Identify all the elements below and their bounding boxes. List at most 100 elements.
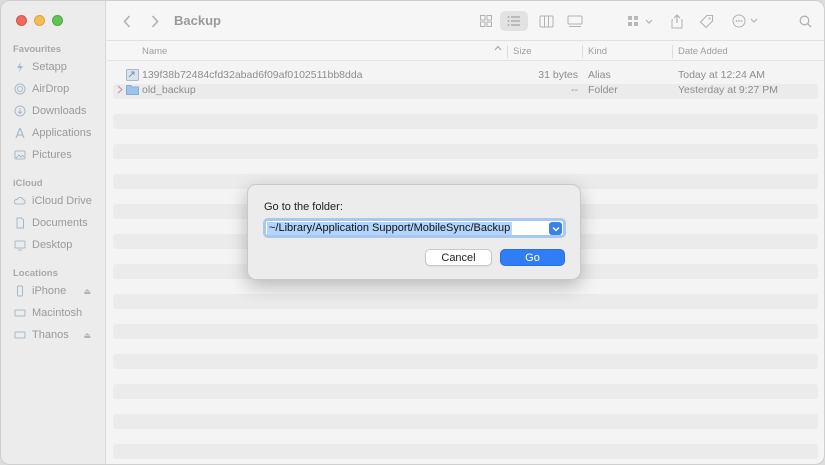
sidebar-item-applications[interactable]: Applications — [13, 124, 101, 142]
action-menu-button[interactable] — [731, 11, 761, 31]
iphone-icon — [13, 285, 26, 298]
cloud-icon — [13, 195, 26, 208]
list-view-button[interactable] — [500, 11, 528, 31]
folder-path-value[interactable]: ~/Library/Application Support/MobileSync… — [267, 222, 513, 235]
table-row[interactable]: 139f38b72484cfd32abad6f09af0102511bb8dda… — [107, 68, 824, 83]
column-divider[interactable] — [672, 45, 673, 58]
window-title: Backup — [174, 13, 221, 28]
sidebar-item-label: Pictures — [32, 149, 72, 161]
sidebar-item-label: Downloads — [32, 105, 87, 117]
tag-button[interactable] — [697, 11, 715, 31]
tag-icon — [699, 14, 713, 28]
disk-icon — [13, 307, 26, 320]
go-to-folder-dialog: Go to the folder: ~/Library/Application … — [247, 184, 581, 280]
chevron-left-icon — [123, 14, 131, 28]
dialog-label: Go to the folder: — [264, 201, 343, 213]
path-history-dropdown[interactable] — [549, 222, 562, 235]
sidebar-item-documents[interactable]: Documents — [13, 214, 101, 232]
document-icon — [13, 217, 26, 230]
sidebar-section-locations: Locations — [13, 268, 58, 279]
window-controls — [16, 15, 63, 26]
file-size: -- — [571, 84, 578, 96]
columns-icon — [539, 15, 553, 27]
go-button[interactable]: Go — [500, 249, 565, 266]
column-view-button[interactable] — [535, 11, 557, 31]
sidebar-item-icloud-drive[interactable]: iCloud Drive — [13, 192, 101, 210]
sidebar-item-iphone[interactable]: iPhone ⏏ — [13, 282, 101, 300]
list-icon — [507, 16, 520, 26]
sidebar-item-desktop[interactable]: Desktop — [13, 236, 101, 254]
sidebar-item-label: Desktop — [32, 239, 73, 251]
table-row[interactable]: old_backup -- Folder Yesterday at 9:27 P… — [107, 83, 824, 98]
applications-icon — [13, 127, 26, 140]
setapp-icon — [13, 61, 26, 74]
column-divider[interactable] — [507, 45, 508, 58]
minimize-window-button[interactable] — [34, 15, 45, 26]
column-header-size[interactable]: Size — [513, 46, 531, 57]
zoom-window-button[interactable] — [52, 15, 63, 26]
column-divider[interactable] — [582, 45, 583, 58]
sidebar-item-airdrop[interactable]: AirDrop — [13, 80, 101, 98]
file-name: 139f38b72484cfd32abad6f09af0102511bb8dda — [142, 69, 363, 81]
sidebar: Favourites Setapp AirDrop Downloads Appl… — [1, 1, 106, 464]
sidebar-item-label: Setapp — [32, 61, 67, 73]
alias-file-icon — [126, 69, 139, 84]
sidebar-item-setapp[interactable]: Setapp — [13, 58, 101, 76]
folder-path-input[interactable]: ~/Library/Application Support/MobileSync… — [263, 218, 566, 238]
share-button[interactable] — [669, 11, 685, 31]
disclosure-chevron-icon[interactable] — [117, 85, 123, 97]
sidebar-section-favourites: Favourites — [13, 44, 62, 55]
sidebar-item-label: Documents — [32, 217, 88, 229]
close-window-button[interactable] — [16, 15, 27, 26]
group-button[interactable] — [625, 11, 657, 31]
share-icon — [671, 13, 683, 28]
sidebar-item-label: Thanos — [32, 329, 69, 341]
toolbar: Backup — [107, 1, 824, 41]
column-header-row: Name Size Kind Date Added — [107, 42, 824, 61]
finder-window: Favourites Setapp AirDrop Downloads Appl… — [0, 0, 825, 465]
airdrop-icon — [13, 83, 26, 96]
pictures-icon — [13, 149, 26, 162]
gallery-view-button[interactable] — [563, 11, 587, 31]
file-name: old_backup — [142, 84, 196, 96]
sidebar-item-label: AirDrop — [32, 83, 70, 95]
more-icon — [732, 14, 758, 28]
sidebar-item-thanos[interactable]: Thanos ⏏ — [13, 326, 101, 344]
sidebar-item-label: Macintosh — [32, 307, 83, 319]
downloads-icon — [13, 105, 26, 118]
column-header-date-added[interactable]: Date Added — [678, 46, 728, 57]
search-button[interactable] — [797, 11, 813, 31]
row-stripe — [113, 444, 818, 459]
back-button[interactable] — [119, 12, 135, 30]
sidebar-item-downloads[interactable]: Downloads — [13, 102, 101, 120]
file-kind: Alias — [588, 69, 611, 81]
folder-icon — [126, 84, 139, 98]
row-stripe — [113, 354, 818, 369]
icon-view-button[interactable] — [475, 11, 497, 31]
file-date-added: Yesterday at 9:27 PM — [678, 84, 779, 96]
sidebar-item-label: Applications — [32, 127, 92, 139]
column-header-name[interactable]: Name — [142, 46, 167, 57]
sidebar-item-macintosh[interactable]: Macintosh — [13, 304, 101, 322]
sidebar-section-icloud: iCloud — [13, 178, 43, 189]
row-stripe — [113, 414, 818, 429]
column-header-kind[interactable]: Kind — [588, 46, 607, 57]
sort-ascending-icon — [494, 44, 502, 55]
sidebar-item-pictures[interactable]: Pictures — [13, 146, 101, 164]
eject-icon[interactable]: ⏏ — [83, 287, 91, 296]
sidebar-item-label: iPhone — [32, 285, 67, 297]
disk-icon — [13, 329, 26, 342]
row-stripe — [113, 144, 818, 159]
desktop-icon — [13, 239, 26, 252]
forward-button[interactable] — [147, 12, 163, 30]
file-size: 31 bytes — [538, 69, 578, 81]
row-stripe — [113, 114, 818, 129]
grid-icon — [480, 15, 492, 27]
eject-icon[interactable]: ⏏ — [83, 331, 91, 340]
row-stripe — [113, 294, 818, 309]
search-icon — [799, 15, 811, 27]
chevron-right-icon — [151, 14, 159, 28]
row-stripe — [113, 384, 818, 399]
cancel-button[interactable]: Cancel — [425, 249, 492, 266]
file-date-added: Today at 12:24 AM — [678, 69, 765, 81]
